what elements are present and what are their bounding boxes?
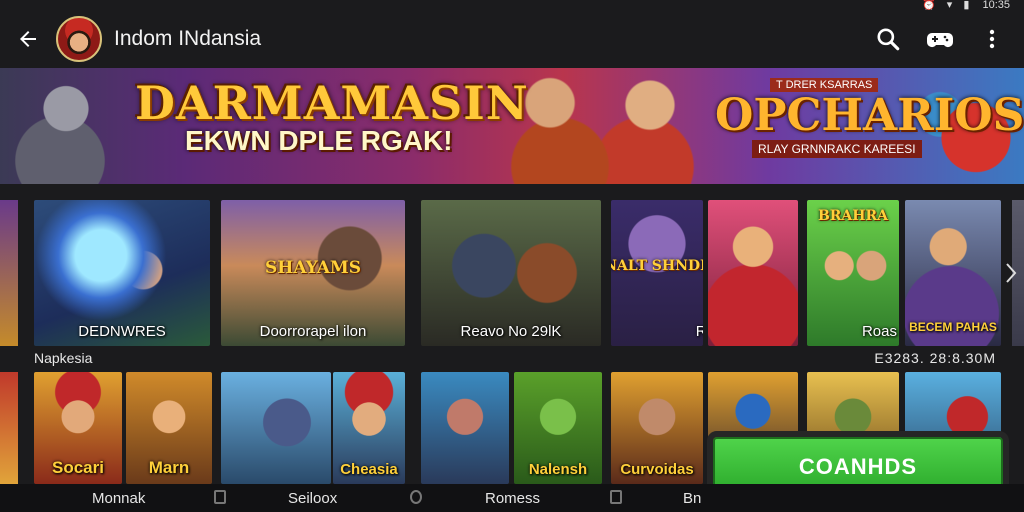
nav-item-bn[interactable]: Bn [683,490,701,507]
game-tile[interactable]: Marn [126,372,212,484]
tile-title: BECEM PAHAS [909,320,997,334]
knight-illustration [0,68,120,184]
more-vert-icon[interactable] [972,19,1012,59]
promo-subtitle: RLAY GRNNRAKC KAREESI [752,140,922,158]
game-tile[interactable] [421,372,509,484]
tile-title: Reavo No 29lK [460,323,562,340]
bottom-nav: Monnak Seiloox Romess Bn [0,484,1024,512]
tile-title: Nalensh [528,461,588,478]
partial-tile-left[interactable] [0,200,18,346]
game-tile[interactable]: Socari [34,372,122,484]
gamepad-icon[interactable] [920,19,960,59]
partial-tile-left[interactable] [0,372,18,484]
app-avatar [56,16,102,62]
game-row-featured: DEDNWRES SHAYAMS Doorrorapel ilon Reavo … [0,200,1024,346]
tile-title: Curvoidas [620,461,694,478]
game-tile[interactable]: Cheasia [333,372,405,484]
back-arrow-icon[interactable] [6,17,50,61]
section-title: Napkesia [34,350,93,366]
tile-title: DEDNWRES [78,323,166,340]
search-icon[interactable] [868,19,908,59]
nav-item-monnak[interactable]: Monnak [92,490,145,507]
game-tile[interactable]: NALT SHNDL Roor 0603 S4 [611,200,703,346]
app-title: Indom INdansia [114,27,262,50]
hero-subtitle: EKWN DPLE RGAK! [185,125,453,156]
tile-title: Roas [861,323,897,340]
nav-separator-icon [214,490,226,504]
hero-title: DARMAMASIN [135,76,529,130]
tile-badge: NALT SHNDL [611,258,703,275]
game-tile[interactable]: Reavo No 29lK [421,200,601,346]
tile-title: Marn [148,458,190,477]
nav-item-seiloox[interactable]: Seiloox [288,490,337,507]
game-tile[interactable] [221,372,331,484]
game-tile[interactable]: Curvoidas [611,372,703,484]
tile-badge: BRAHRA [817,208,889,224]
game-tile[interactable]: DEDNWRES [34,200,210,346]
tile-title: Cheasia [340,461,398,478]
tile-title: Doorrorapel ilon [259,323,367,340]
game-tile[interactable]: Nalensh [514,372,602,484]
tile-title: Socari [52,458,104,477]
nav-separator-icon [610,490,622,504]
promo-title: OPCHARIOS [715,90,1024,141]
hero-banner[interactable]: DARMAMASIN EKWN DPLE RGAK! T DRER KSARRA… [0,68,1024,184]
game-tile[interactable] [708,200,798,346]
app-bar: Indom INdansia [0,10,1024,68]
tile-title: Roor 0603 S4 [695,323,703,340]
chevron-right-icon[interactable] [1004,262,1022,283]
nav-separator-icon [410,490,422,504]
game-tile[interactable]: BECEM PAHAS [905,200,1001,346]
game-tile[interactable]: SHAYAMS Doorrorapel ilon [221,200,405,346]
section-meta: E3283. 28:8.30M [874,350,996,366]
hero-characters-illustration [500,68,700,184]
nav-item-romess[interactable]: Romess [485,490,540,507]
game-tile[interactable]: BRAHRA Roas [807,200,899,346]
tile-badge: SHAYAMS [264,258,362,279]
